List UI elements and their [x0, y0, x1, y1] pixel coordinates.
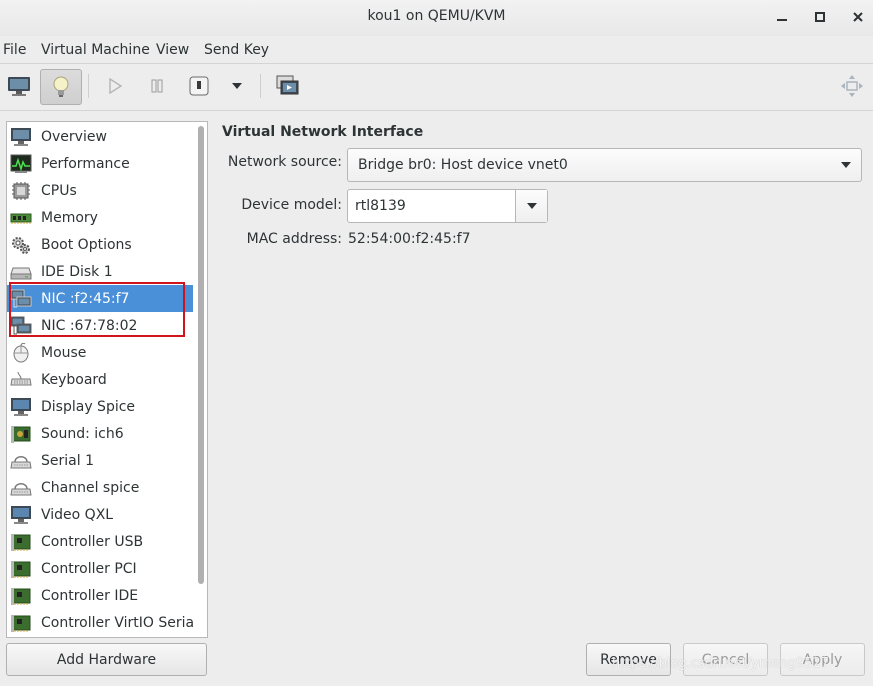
sidebar-item-label: Controller IDE [41, 587, 139, 604]
sidebar-item-cpus[interactable]: CPUs [7, 177, 193, 204]
sidebar-item-display-spice[interactable]: Display Spice [7, 393, 193, 420]
toolbar [0, 64, 873, 110]
sidebar-item-label: CPUs [41, 182, 77, 199]
menu-send-key[interactable]: Send Key [204, 42, 269, 58]
sidebar-item-sound-ich6[interactable]: Sound: ich6 [7, 420, 193, 447]
sidebar-item-performance[interactable]: Performance [7, 150, 193, 177]
device-model-input[interactable]: rtl8139 [348, 190, 516, 222]
details-view-button[interactable] [40, 69, 82, 105]
display-icon [11, 397, 31, 416]
sidebar-item-label: Serial 1 [41, 452, 94, 469]
toolbar-separator [88, 74, 89, 98]
sidebar-item-label: Sound: ich6 [41, 425, 124, 442]
device-model-label: Device model: [241, 197, 342, 213]
console-view-button[interactable] [4, 69, 34, 103]
window-title: kou1 on QEMU/KVM [367, 8, 506, 24]
shutdown-button[interactable] [186, 69, 212, 103]
sidebar-item-label: Mouse [41, 344, 87, 361]
lightbulb-icon [53, 76, 69, 97]
sidebar-item-label: IDE Disk 1 [41, 263, 113, 280]
sidebar-item-label: Boot Options [41, 236, 132, 253]
power-icon [189, 76, 209, 96]
add-hardware-button[interactable]: Add Hardware [6, 643, 207, 676]
close-icon[interactable] [848, 8, 868, 26]
monitor-icon [8, 77, 30, 96]
sidebar-item-label: Memory [41, 209, 98, 226]
network-source-value: Bridge br0: Host device vnet0 [358, 157, 568, 173]
serial-port-icon [10, 455, 32, 468]
keyboard-icon [10, 371, 32, 385]
sidebar-item-label: Performance [41, 155, 130, 172]
sidebar-scrollbar[interactable] [195, 122, 207, 637]
cpu-chip-icon [12, 181, 30, 200]
network-source-label: Network source: [227, 154, 342, 170]
chevron-down-icon[interactable] [516, 190, 547, 222]
sidebar-item-controller-usb[interactable]: Controller USB [7, 528, 193, 555]
run-button[interactable] [102, 69, 128, 103]
sidebar-item-serial-1[interactable]: Serial 1 [7, 447, 193, 474]
sidebar-item-label: Controller PCI [41, 560, 137, 577]
toolbar-separator [260, 74, 261, 98]
snapshot-icon [276, 75, 299, 95]
mac-address-label: MAC address: [246, 231, 342, 247]
sidebar-item-label: Keyboard [41, 371, 107, 388]
sidebar-item-label: Controller VirtIO Serial [41, 614, 198, 631]
shutdown-menu-button[interactable] [226, 69, 248, 103]
watermark-text: https://blog.csdn.net/ymeng9527 [612, 656, 829, 671]
pause-icon [151, 79, 163, 93]
sidebar-scrollbar-thumb[interactable] [198, 126, 204, 584]
chevron-down-icon [831, 149, 861, 181]
minimize-icon[interactable] [772, 8, 792, 26]
play-icon [109, 78, 123, 94]
controller-card-icon [11, 614, 31, 632]
menu-bar: File Virtual Machine View Send Key [0, 38, 873, 62]
performance-graph-icon [10, 154, 32, 173]
sidebar-item-controller-ide[interactable]: Controller IDE [7, 582, 193, 609]
sidebar-item-keyboard[interactable]: Keyboard [7, 366, 193, 393]
memory-module-icon [10, 213, 32, 224]
highlight-annotation-box [9, 282, 185, 337]
menu-virtual-machine[interactable]: Virtual Machine [41, 42, 150, 58]
fullscreen-button[interactable] [838, 69, 866, 103]
sound-card-icon [11, 425, 31, 443]
window-titlebar: kou1 on QEMU/KVM [0, 0, 873, 36]
fullscreen-icon [841, 75, 863, 97]
sidebar-item-memory[interactable]: Memory [7, 204, 193, 231]
controller-card-icon [11, 560, 31, 578]
menu-file[interactable]: File [3, 42, 26, 58]
sidebar-item-controller-virtio-serial[interactable]: Controller VirtIO Serial [7, 609, 198, 636]
sidebar-item-label: Overview [41, 128, 107, 145]
hard-disk-icon [10, 267, 32, 279]
snapshots-button[interactable] [274, 69, 302, 103]
sidebar-item-label: Display Spice [41, 398, 136, 415]
sidebar-item-channel-spice[interactable]: Channel spice [7, 474, 193, 501]
network-source-dropdown[interactable]: Bridge br0: Host device vnet0 [347, 148, 862, 182]
video-monitor-icon [11, 505, 31, 524]
sidebar-item-video-qxl[interactable]: Video QXL [7, 501, 193, 528]
sidebar-item-label: Controller USB [41, 533, 144, 550]
gears-icon [12, 236, 30, 254]
mac-address-value: 52:54:00:f2:45:f7 [348, 231, 471, 247]
controller-card-icon [11, 533, 31, 551]
device-model-combo[interactable]: rtl8139 [347, 189, 548, 223]
sidebar-item-label: Video QXL [41, 506, 114, 523]
section-heading: Virtual Network Interface [222, 124, 424, 140]
channel-icon [10, 482, 32, 495]
controller-card-icon [11, 587, 31, 605]
menu-view[interactable]: View [156, 42, 189, 58]
monitor-icon [11, 127, 31, 146]
sidebar-item-boot-options[interactable]: Boot Options [7, 231, 193, 258]
maximize-icon[interactable] [810, 8, 830, 26]
sidebar-item-ide-disk-1[interactable]: IDE Disk 1 [7, 258, 193, 285]
toolbar-separator-line [0, 110, 873, 111]
sidebar-item-controller-pci[interactable]: Controller PCI [7, 555, 193, 582]
sidebar-item-label: Channel spice [41, 479, 140, 496]
sidebar-item-mouse[interactable]: Mouse [7, 339, 193, 366]
pause-button[interactable] [144, 69, 170, 103]
chevron-down-icon [232, 83, 242, 89]
sidebar-item-overview[interactable]: Overview [7, 123, 193, 150]
hardware-list: Overview Performance CPUs Memory Boot Op… [6, 121, 208, 638]
mouse-icon [13, 342, 29, 362]
